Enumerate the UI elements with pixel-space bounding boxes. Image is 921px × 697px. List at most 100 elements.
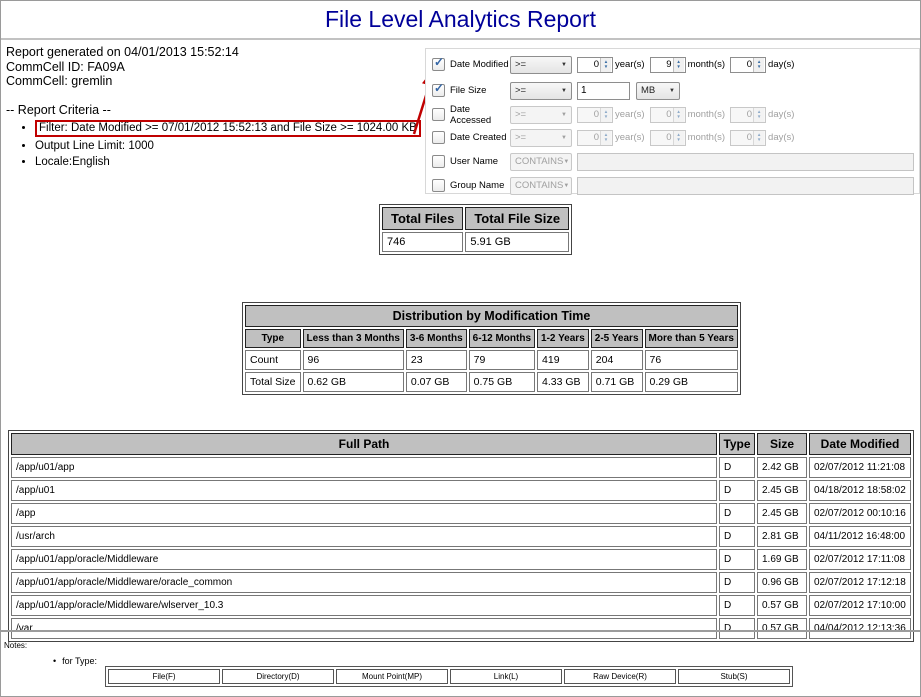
- cell: 0.75 GB: [469, 372, 535, 392]
- operator-value: >=: [515, 85, 526, 96]
- spinner-icon[interactable]: ▲▼: [600, 131, 611, 145]
- day-spinner[interactable]: ▲▼: [730, 57, 766, 73]
- cell: 76: [645, 350, 738, 370]
- date-created-operator-dropdown[interactable]: >= ▼: [510, 129, 572, 147]
- year-input[interactable]: [578, 131, 600, 145]
- spinner-icon[interactable]: ▲▼: [673, 131, 684, 145]
- month-spinner[interactable]: ▲▼: [650, 130, 686, 146]
- file-size-value-input[interactable]: [577, 82, 630, 100]
- total-file-size-header: Total File Size: [465, 207, 569, 230]
- date-created-label: Date Created: [450, 132, 510, 143]
- month-input[interactable]: [651, 131, 673, 145]
- year-spinner[interactable]: ▲▼: [577, 130, 613, 146]
- unit-value: MB: [641, 85, 655, 96]
- criteria-filter-item: Filter: Date Modified >= 07/01/2012 15:5…: [35, 120, 421, 137]
- table-row: /app/u01/app/oracle/Middleware D 1.69 GB…: [11, 549, 911, 570]
- month-input[interactable]: [651, 108, 673, 122]
- group-name-input[interactable]: [577, 177, 914, 195]
- year-spinner[interactable]: ▲▼: [577, 107, 613, 123]
- date-cell: 04/11/2012 16:48:00: [809, 526, 911, 547]
- spinner-icon[interactable]: ▲▼: [753, 131, 764, 145]
- type-cell: D: [719, 572, 755, 593]
- user-name-label: User Name: [450, 156, 510, 167]
- column-header: 2-5 Years: [591, 329, 643, 348]
- file-size-checkbox[interactable]: ✓: [432, 84, 445, 97]
- date-accessed-checkbox[interactable]: [432, 108, 445, 121]
- size-cell: 2.45 GB: [757, 503, 807, 524]
- report-info: Report generated on 04/01/2013 15:52:14 …: [6, 45, 239, 89]
- operator-value: >=: [515, 109, 526, 120]
- report-criteria-heading: -- Report Criteria --: [6, 103, 111, 117]
- day-input[interactable]: [731, 131, 753, 145]
- date-accessed-operator-dropdown[interactable]: >= ▼: [510, 106, 572, 124]
- legend-cell-file: File(F): [108, 669, 220, 684]
- date-cell: 02/07/2012 17:10:00: [809, 595, 911, 616]
- date-cell: 02/07/2012 17:12:18: [809, 572, 911, 593]
- date-created-checkbox[interactable]: [432, 131, 445, 144]
- criteria-list: Filter: Date Modified >= 07/01/2012 15:5…: [9, 120, 421, 171]
- month-spinner[interactable]: ▲▼: [650, 107, 686, 123]
- date-accessed-label: Date Accessed: [450, 104, 510, 126]
- file-size-unit-dropdown[interactable]: MB ▼: [636, 82, 680, 100]
- path-cell: /app: [11, 503, 717, 524]
- generated-on-text: Report generated on 04/01/2013 15:52:14: [6, 45, 239, 60]
- group-name-checkbox[interactable]: [432, 179, 445, 192]
- legend-cell-link: Link(L): [450, 669, 562, 684]
- month-unit-label: month(s): [688, 132, 725, 143]
- user-name-input[interactable]: [577, 153, 914, 171]
- day-unit-label: day(s): [768, 132, 794, 143]
- table-row: Total Size 0.62 GB 0.07 GB 0.75 GB 4.33 …: [245, 372, 738, 392]
- spinner-icon[interactable]: ▲▼: [753, 58, 764, 72]
- date-cell: 04/04/2012 12:13:36: [809, 618, 911, 639]
- group-name-operator-dropdown[interactable]: CONTAINS ▼: [510, 177, 572, 195]
- spinner-icon[interactable]: ▲▼: [600, 108, 611, 122]
- criteria-output-limit-item: Output Line Limit: 1000: [35, 139, 421, 153]
- chevron-down-icon: ▼: [561, 135, 567, 141]
- distribution-table: Distribution by Modification Time Type L…: [242, 302, 741, 395]
- spinner-icon[interactable]: ▲▼: [673, 108, 684, 122]
- month-spinner[interactable]: ▲▼: [650, 57, 686, 73]
- year-spinner[interactable]: ▲▼: [577, 57, 613, 73]
- date-modified-operator-dropdown[interactable]: >= ▼: [510, 56, 572, 74]
- day-spinner[interactable]: ▲▼: [730, 107, 766, 123]
- cell: 0.62 GB: [303, 372, 404, 392]
- filter-row-date-accessed: Date Accessed >= ▼ ▲▼ year(s) ▲▼ month(s…: [426, 105, 794, 124]
- year-input[interactable]: [578, 108, 600, 122]
- day-input[interactable]: [731, 58, 753, 72]
- date-cell: 02/07/2012 11:21:08: [809, 457, 911, 478]
- date-modified-label: Date Modified: [450, 59, 510, 70]
- filter-highlight-box: Filter: Date Modified >= 07/01/2012 15:5…: [35, 120, 421, 137]
- group-name-label: Group Name: [450, 180, 510, 191]
- for-type-note: •for Type:: [53, 656, 97, 666]
- spinner-icon[interactable]: ▲▼: [673, 58, 684, 72]
- month-input[interactable]: [651, 58, 673, 72]
- size-cell: 0.57 GB: [757, 595, 807, 616]
- bullet-icon: •: [53, 656, 56, 666]
- report-page: File Level Analytics Report Report gener…: [0, 0, 921, 697]
- chevron-down-icon: ▼: [561, 112, 567, 118]
- type-cell: D: [719, 457, 755, 478]
- path-cell: /app/u01/app/oracle/Middleware/oracle_co…: [11, 572, 717, 593]
- distribution-table-title: Distribution by Modification Time: [245, 305, 738, 327]
- user-name-operator-dropdown[interactable]: CONTAINS ▼: [510, 153, 572, 171]
- filter-row-user-name: User Name CONTAINS ▼: [426, 152, 914, 171]
- cell: 0.29 GB: [645, 372, 738, 392]
- user-name-checkbox[interactable]: [432, 155, 445, 168]
- column-header: Less than 3 Months: [303, 329, 404, 348]
- row-label: Total Size: [245, 372, 301, 392]
- path-cell: /app/u01/app/oracle/Middleware: [11, 549, 717, 570]
- month-unit-label: month(s): [688, 109, 725, 120]
- file-size-operator-dropdown[interactable]: >= ▼: [510, 82, 572, 100]
- type-cell: D: [719, 480, 755, 501]
- spinner-icon[interactable]: ▲▼: [753, 108, 764, 122]
- day-spinner[interactable]: ▲▼: [730, 130, 766, 146]
- spinner-icon[interactable]: ▲▼: [600, 58, 611, 72]
- cell: 0.71 GB: [591, 372, 643, 392]
- date-modified-checkbox[interactable]: ✓: [432, 58, 445, 71]
- year-unit-label: year(s): [615, 132, 645, 143]
- year-input[interactable]: [578, 58, 600, 72]
- day-input[interactable]: [731, 108, 753, 122]
- type-cell: D: [719, 526, 755, 547]
- filter-form-panel: ✓ Date Modified >= ▼ ▲▼ year(s) ▲▼ month…: [425, 48, 920, 194]
- operator-value: >=: [515, 132, 526, 143]
